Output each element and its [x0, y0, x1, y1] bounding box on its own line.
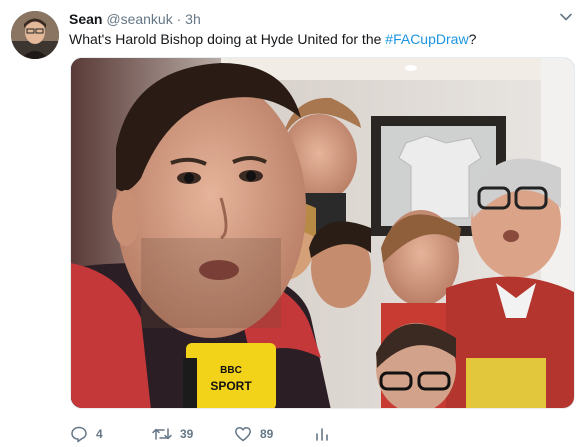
author-name[interactable]: Sean	[69, 11, 102, 27]
separator: ·	[176, 11, 182, 27]
retweet-action[interactable]: 39	[152, 424, 193, 444]
hashtag-link[interactable]: #FACupDraw	[385, 31, 468, 47]
mic-brand-top: BBC	[220, 365, 242, 376]
avatar-image	[11, 11, 59, 59]
timestamp[interactable]: 3h	[185, 11, 201, 27]
analytics-icon	[316, 428, 328, 441]
tweet-text: What's Harold Bishop doing at Hyde Unite…	[69, 30, 476, 48]
reply-action[interactable]: 4	[70, 424, 103, 444]
reply-icon	[71, 426, 87, 443]
tweet-photo[interactable]: BBC SPORT	[70, 57, 575, 409]
like-action[interactable]: 89	[234, 424, 273, 444]
like-count: 89	[260, 427, 274, 441]
mic-brand-bottom: SPORT	[210, 379, 252, 393]
tweet-text-suffix: ?	[468, 31, 477, 47]
heart-icon	[235, 426, 251, 442]
retweet-icon	[152, 428, 172, 440]
tweet-header: Sean @seankuk · 3h	[69, 10, 571, 28]
reply-count: 4	[96, 427, 103, 441]
retweet-count: 39	[180, 427, 194, 441]
photo-image: BBC SPORT	[71, 58, 574, 408]
tweet-text-prefix: What's Harold Bishop doing at Hyde Unite…	[69, 31, 386, 47]
author-handle[interactable]: @seankuk	[106, 11, 172, 27]
avatar[interactable]	[11, 11, 59, 59]
analytics-action[interactable]	[314, 424, 330, 444]
chevron-down-icon[interactable]	[559, 10, 573, 24]
